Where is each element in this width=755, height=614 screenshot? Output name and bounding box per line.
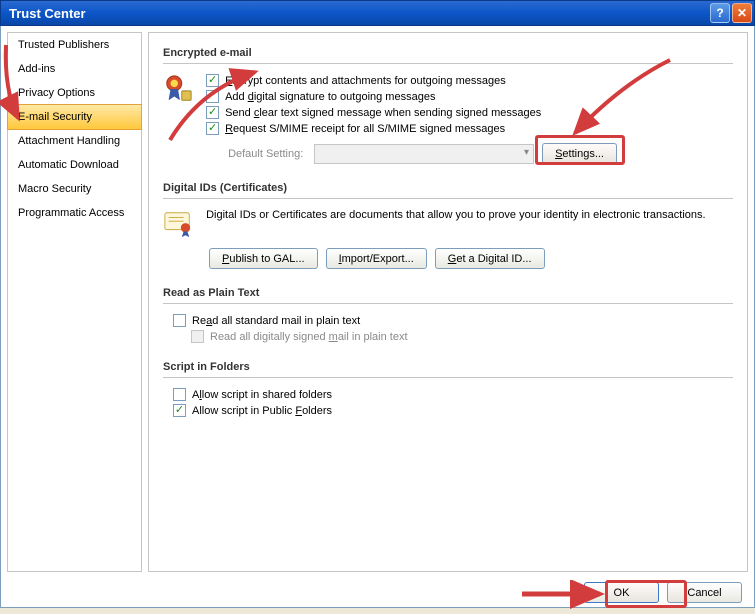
receipt-label: Request S/MIME receipt for all S/MIME si… xyxy=(225,123,505,135)
sidebar-item-label: Automatic Download xyxy=(18,159,119,171)
sidebar-item-attachment-handling[interactable]: Attachment Handling xyxy=(8,129,141,153)
window-title: Trust Center xyxy=(9,6,86,21)
section-title: Read as Plain Text xyxy=(163,287,733,304)
title-bar: Trust Center ? ✕ xyxy=(0,0,755,26)
sidebar-item-label: Attachment Handling xyxy=(18,135,120,147)
section-title: Encrypted e-mail xyxy=(163,47,733,64)
receipt-checkbox[interactable]: ✓ xyxy=(206,122,219,135)
encrypt-label: Encrypt contents and attachments for out… xyxy=(225,75,506,87)
sign-checkbox[interactable] xyxy=(206,90,219,103)
content-panel: Encrypted e-mail ✓ Encrypt contents and … xyxy=(148,32,748,572)
sidebar-item-label: Add-ins xyxy=(18,63,55,75)
script-shared-label: Allow script in shared folders xyxy=(192,389,332,401)
section-encrypted-email: Encrypted e-mail ✓ Encrypt contents and … xyxy=(163,47,733,164)
ribbon-lock-icon xyxy=(163,74,203,107)
sidebar: Trusted Publishers Add-ins Privacy Optio… xyxy=(7,32,142,572)
section-script-folders: Script in Folders Allow script in shared… xyxy=(163,361,733,417)
read-signed-plain-label: Read all digitally signed mail in plain … xyxy=(210,331,408,343)
sidebar-item-trusted-publishers[interactable]: Trusted Publishers xyxy=(8,33,141,57)
get-digital-id-button[interactable]: Get a Digital ID... xyxy=(435,248,545,269)
close-button[interactable]: ✕ xyxy=(732,3,752,23)
sidebar-item-label: Macro Security xyxy=(18,183,91,195)
sidebar-item-programmatic-access[interactable]: Programmatic Access xyxy=(8,201,141,225)
script-public-label: Allow script in Public Folders xyxy=(192,405,332,417)
sidebar-item-label: Trusted Publishers xyxy=(18,39,109,51)
ok-button[interactable]: OK xyxy=(584,582,659,603)
sidebar-item-add-ins[interactable]: Add-ins xyxy=(8,57,141,81)
read-all-plain-label: Read all standard mail in plain text xyxy=(192,315,360,327)
script-shared-checkbox[interactable] xyxy=(173,388,186,401)
sidebar-item-privacy-options[interactable]: Privacy Options xyxy=(8,81,141,105)
sidebar-item-email-security[interactable]: E-mail Security xyxy=(7,104,142,130)
sidebar-item-macro-security[interactable]: Macro Security xyxy=(8,177,141,201)
digital-ids-desc: Digital IDs or Certificates are document… xyxy=(206,209,730,221)
help-button[interactable]: ? xyxy=(710,3,730,23)
cleartext-checkbox[interactable]: ✓ xyxy=(206,106,219,119)
section-title: Script in Folders xyxy=(163,361,733,378)
script-public-checkbox[interactable]: ✓ xyxy=(173,404,186,417)
publish-gal-button[interactable]: Publish to GAL... xyxy=(209,248,318,269)
section-digital-ids: Digital IDs (Certificates) Digital IDs o… xyxy=(163,182,733,269)
sidebar-item-label: Privacy Options xyxy=(18,87,95,99)
default-setting-label: Default Setting: xyxy=(206,148,306,160)
settings-button[interactable]: Settings... xyxy=(542,143,617,164)
sign-label: Add digital signature to outgoing messag… xyxy=(225,91,435,103)
cancel-button[interactable]: Cancel xyxy=(667,582,742,603)
section-title: Digital IDs (Certificates) xyxy=(163,182,733,199)
sidebar-item-label: E-mail Security xyxy=(18,111,92,123)
certificate-icon xyxy=(163,209,203,242)
section-plain-text: Read as Plain Text Read all standard mai… xyxy=(163,287,733,343)
import-export-button[interactable]: Import/Export... xyxy=(326,248,427,269)
sidebar-item-label: Programmatic Access xyxy=(18,207,124,219)
cleartext-label: Send clear text signed message when send… xyxy=(225,107,541,119)
read-all-plain-checkbox[interactable] xyxy=(173,314,186,327)
encrypt-checkbox[interactable]: ✓ xyxy=(206,74,219,87)
default-setting-combo[interactable] xyxy=(314,144,534,164)
dialog-footer: OK Cancel xyxy=(0,578,755,608)
sidebar-item-automatic-download[interactable]: Automatic Download xyxy=(8,153,141,177)
read-signed-plain-checkbox xyxy=(191,330,204,343)
